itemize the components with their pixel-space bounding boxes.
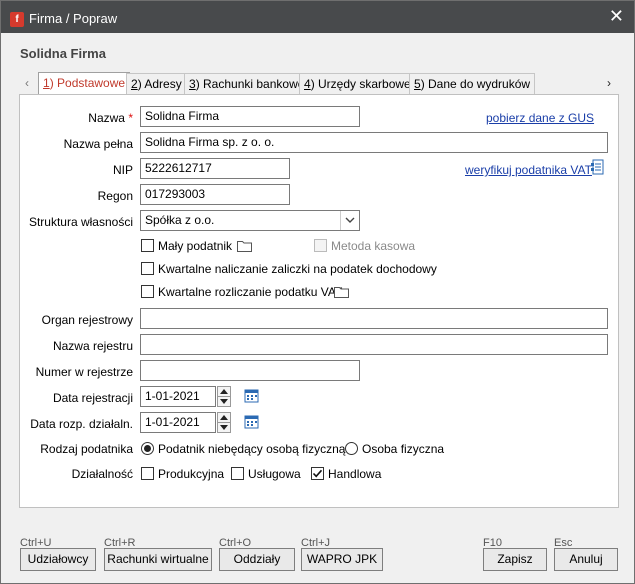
wapro-jpk-button[interactable]: WAPRO JPK bbox=[301, 548, 383, 571]
anuluj-button[interactable]: Anuluj bbox=[554, 548, 618, 571]
dialog-window: f Firma / Popraw ✕ Solidna Firma ‹ 1) Po… bbox=[0, 0, 635, 584]
struktura-select[interactable]: Spółka z o.o. bbox=[140, 210, 360, 231]
tab-dane-do-wydrukow[interactable]: 5) Dane do wydruków bbox=[409, 73, 536, 94]
tab-scroll-left-icon[interactable]: ‹ bbox=[18, 73, 36, 94]
nip-label: NIP bbox=[112, 163, 133, 177]
document-list-icon[interactable] bbox=[590, 159, 606, 177]
handlowa-label: Handlowa bbox=[328, 467, 382, 481]
checkmark-icon bbox=[312, 469, 323, 478]
tab-adresy[interactable]: 2) Adresy bbox=[126, 73, 187, 94]
date-spinner-icon[interactable] bbox=[217, 412, 231, 433]
close-icon[interactable]: ✕ bbox=[609, 6, 624, 26]
zapisz-button[interactable]: Zapisz bbox=[483, 548, 547, 571]
tab-rachunki-bankowe[interactable]: 3) Rachunki bankowe bbox=[184, 73, 310, 94]
organ-input[interactable] bbox=[140, 308, 608, 329]
handlowa-checkbox[interactable] bbox=[311, 467, 324, 480]
metoda-kasowa-label: Metoda kasowa bbox=[331, 239, 416, 253]
regon-input[interactable]: 017293003 bbox=[140, 184, 290, 205]
dzialalnosc-label: Działalność bbox=[71, 467, 133, 481]
data-rozp-label: Data rozp. działaln. bbox=[30, 417, 133, 431]
tab-podstawowe[interactable]: 1) Podstawowe bbox=[38, 72, 131, 95]
tab-strip: ‹ 1) Podstawowe 2) Adresy 3) Rachunki ba… bbox=[18, 72, 618, 95]
kw-vat-label: Kwartalne rozliczanie podatku VAT bbox=[158, 285, 343, 299]
uslugowa-checkbox[interactable] bbox=[231, 467, 244, 480]
kw-zaliczki-label: Kwartalne naliczanie zaliczki na podatek… bbox=[158, 262, 437, 276]
metoda-kasowa-checkbox[interactable] bbox=[314, 239, 327, 252]
nazwa-input[interactable]: Solidna Firma bbox=[140, 106, 360, 127]
data-rejestracji-input[interactable]: 1-01-2021 bbox=[140, 386, 216, 407]
osoba-fizyczna-radio[interactable] bbox=[345, 442, 358, 455]
rodzaj-podatnika-label: Rodzaj podatnika bbox=[40, 442, 133, 456]
podatnik-niefizyczny-label: Podatnik niebędący osobą fizyczną bbox=[158, 442, 346, 456]
maly-podatnik-label: Mały podatnik bbox=[158, 239, 233, 253]
title-bar[interactable]: f Firma / Popraw ✕ bbox=[1, 1, 634, 33]
calendar-icon[interactable] bbox=[244, 388, 259, 403]
tab-panel-podstawowe: Nazwa * Solidna Firma pobierz dane z GUS… bbox=[19, 94, 619, 508]
kw-zaliczki-checkbox[interactable] bbox=[141, 262, 154, 275]
nazwa-pelna-label: Nazwa pełna bbox=[63, 137, 133, 151]
tab-urzedy-skarbowe[interactable]: 4) Urzędy skarbowe bbox=[299, 73, 416, 94]
calendar-icon[interactable] bbox=[244, 414, 259, 429]
tab-scroll-right-icon[interactable]: › bbox=[600, 73, 618, 94]
chevron-down-icon[interactable] bbox=[340, 211, 359, 230]
nazwa-label: Nazwa * bbox=[88, 111, 133, 125]
rachunki-wirtualne-button[interactable]: Rachunki wirtualne bbox=[104, 548, 212, 571]
folder-icon[interactable] bbox=[334, 286, 349, 298]
kw-vat-checkbox[interactable] bbox=[141, 285, 154, 298]
app-logo-icon: f bbox=[10, 12, 24, 27]
vat-verify-link[interactable]: weryfikuj podatnika VAT bbox=[465, 163, 592, 177]
nazwa-rejestru-input[interactable] bbox=[140, 334, 608, 355]
uslugowa-label: Usługowa bbox=[248, 467, 301, 481]
folder-icon[interactable] bbox=[237, 240, 252, 252]
oddzialy-button[interactable]: Oddziały bbox=[219, 548, 295, 571]
struktura-label: Struktura własności bbox=[28, 215, 133, 229]
produkcyjna-label: Produkcyjna bbox=[158, 467, 225, 481]
produkcyjna-checkbox[interactable] bbox=[141, 467, 154, 480]
date-spinner-icon[interactable] bbox=[217, 386, 231, 407]
udzialowcy-button[interactable]: Udziałowcy bbox=[20, 548, 96, 571]
numer-rejestru-label: Numer w rejestrze bbox=[35, 365, 133, 379]
struktura-value: Spółka z o.o. bbox=[145, 213, 215, 227]
regon-label: Regon bbox=[97, 189, 133, 203]
gus-link[interactable]: pobierz dane z GUS bbox=[486, 111, 594, 125]
organ-label: Organ rejestrowy bbox=[41, 313, 133, 327]
data-rejestracji-label: Data rejestracji bbox=[52, 391, 133, 405]
nazwa-rejestru-label: Nazwa rejestru bbox=[52, 339, 133, 353]
podatnik-niefizyczny-radio[interactable] bbox=[141, 442, 154, 455]
nip-input[interactable]: 5222612717 bbox=[140, 158, 290, 179]
maly-podatnik-checkbox[interactable] bbox=[141, 239, 154, 252]
osoba-fizyczna-label: Osoba fizyczna bbox=[362, 442, 445, 456]
data-rozp-input[interactable]: 1-01-2021 bbox=[140, 412, 216, 433]
window-title: Firma / Popraw bbox=[29, 11, 118, 26]
numer-rejestru-input[interactable] bbox=[140, 360, 360, 381]
frame-title: Solidna Firma bbox=[20, 46, 106, 61]
nazwa-pelna-input[interactable]: Solidna Firma sp. z o. o. bbox=[140, 132, 608, 153]
